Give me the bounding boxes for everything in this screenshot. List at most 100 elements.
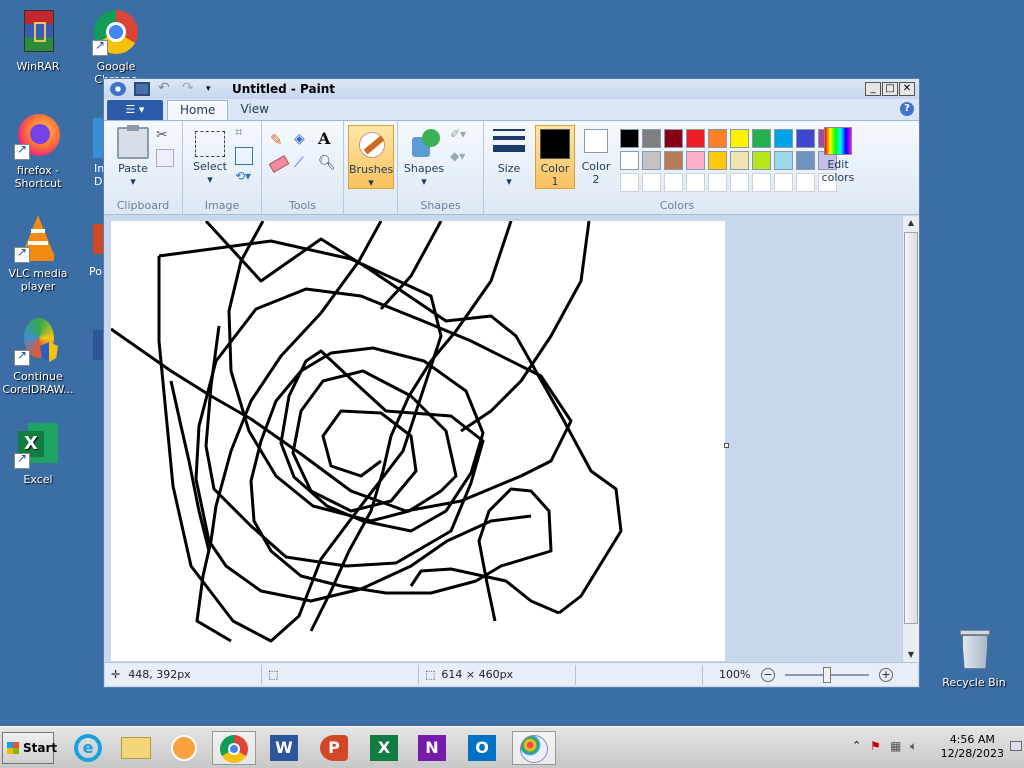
magnifier-icon[interactable]: 🔍︎ — [318, 155, 336, 173]
palette-swatch[interactable] — [774, 151, 793, 170]
close-button[interactable]: ✕ — [899, 82, 915, 96]
cut-icon[interactable]: ✂ — [156, 127, 174, 145]
show-hidden-icons[interactable]: ⌃ — [852, 739, 861, 752]
palette-swatch[interactable] — [730, 151, 749, 170]
maximize-button[interactable]: □ — [882, 82, 898, 96]
customize-qa-icon[interactable]: ▾ — [206, 82, 222, 96]
desktop-icon-chrome[interactable]: Google Chrome — [78, 8, 154, 86]
palette-swatch[interactable] — [620, 151, 639, 170]
group-image: Select ▾ ⌗ ⟲▾ Image — [183, 121, 262, 214]
network-icon[interactable]: ▦ — [890, 739, 901, 753]
palette-swatch[interactable] — [796, 151, 815, 170]
palette-swatch[interactable] — [708, 151, 727, 170]
taskbar-outlook[interactable]: O — [460, 731, 504, 765]
custom-color-swatch[interactable] — [774, 173, 793, 192]
palette-swatch[interactable] — [686, 129, 705, 148]
minimize-button[interactable]: _ — [865, 82, 881, 96]
color-picker-icon[interactable]: ⟋ — [294, 155, 312, 173]
edit-colors-button[interactable]: Edit colors — [816, 127, 860, 184]
window-title: Untitled - Paint — [232, 82, 336, 96]
desktop-icon-firefox[interactable]: firefox - Shortcut — [0, 112, 76, 190]
desktop-icon-coreldraw[interactable]: Continue CorelDRAW... — [0, 318, 76, 396]
desktop-icon-recycle-bin[interactable]: Recycle Bin — [936, 624, 1012, 689]
fill-shape-icon[interactable]: ◆▾ — [450, 149, 468, 167]
palette-swatch[interactable] — [774, 129, 793, 148]
resize-icon[interactable] — [235, 147, 253, 165]
palette-swatch[interactable] — [686, 151, 705, 170]
crop-icon[interactable]: ⌗ — [235, 125, 253, 143]
palette-swatch[interactable] — [664, 151, 683, 170]
paste-button[interactable]: Paste ▾ — [112, 125, 154, 188]
custom-color-swatch[interactable] — [664, 173, 683, 192]
tab-view[interactable]: View — [228, 100, 280, 120]
taskbar-paint[interactable] — [512, 731, 556, 765]
palette-swatch[interactable] — [752, 129, 771, 148]
show-desktop-button[interactable] — [1010, 741, 1022, 751]
palette-swatch[interactable] — [642, 151, 661, 170]
palette-swatch[interactable] — [620, 129, 639, 148]
shapes-button[interactable]: Shapes ▾ — [402, 127, 446, 188]
drawing-canvas[interactable] — [111, 221, 725, 661]
color2-button[interactable]: Color 2 — [578, 127, 614, 186]
color1-button[interactable]: Color 1 — [535, 125, 575, 189]
taskbar-excel[interactable]: X — [362, 731, 406, 765]
outline-icon[interactable]: ✐▾ — [450, 127, 468, 145]
paint-menu-button[interactable]: ☰ ▾ — [107, 100, 163, 120]
taskbar-word[interactable]: W — [262, 731, 306, 765]
palette-swatch[interactable] — [642, 129, 661, 148]
desktop-icon-vlc[interactable]: VLC media player — [0, 215, 76, 293]
media-player-icon — [171, 735, 197, 761]
taskbar-ie[interactable]: e — [66, 731, 110, 765]
custom-color-swatch[interactable] — [796, 173, 815, 192]
taskbar-media-player[interactable] — [162, 731, 206, 765]
pencil-icon[interactable]: ✎ — [270, 131, 288, 149]
redo-icon[interactable]: ↷ — [182, 81, 198, 96]
start-button[interactable]: Start — [2, 732, 57, 764]
custom-color-swatch[interactable] — [752, 173, 771, 192]
custom-color-swatch[interactable] — [642, 173, 661, 192]
desktop-icon-winrar[interactable]: WinRAR — [0, 8, 76, 73]
custom-color-swatch[interactable] — [686, 173, 705, 192]
action-center-icon[interactable]: ⚑ — [870, 739, 881, 753]
fill-icon[interactable]: ◈ — [294, 131, 312, 149]
save-icon[interactable] — [134, 82, 150, 96]
palette-swatch[interactable] — [752, 151, 771, 170]
zoom-out-icon[interactable]: − — [761, 667, 775, 682]
desktop-icon-excel[interactable]: X Excel — [0, 421, 76, 486]
taskbar-explorer[interactable] — [114, 731, 158, 765]
scroll-thumb[interactable] — [904, 232, 918, 624]
eraser-icon[interactable] — [268, 155, 290, 173]
palette-swatch[interactable] — [664, 129, 683, 148]
help-icon[interactable]: ? — [900, 102, 914, 116]
taskbar-onenote[interactable]: N — [410, 731, 454, 765]
scribble-drawing — [111, 221, 623, 643]
scroll-up-arrow[interactable]: ▲ — [904, 216, 918, 230]
taskbar-powerpoint[interactable]: P — [312, 731, 356, 765]
canvas-resize-handle[interactable] — [724, 443, 729, 448]
rotate-icon[interactable]: ⟲▾ — [235, 169, 253, 187]
custom-color-swatch[interactable] — [708, 173, 727, 192]
copy-icon[interactable] — [156, 149, 174, 167]
vertical-scrollbar[interactable]: ▲ ▼ — [902, 216, 919, 662]
text-icon[interactable]: A — [318, 129, 336, 148]
group-size: Size ▾ — [484, 121, 534, 214]
scroll-down-arrow[interactable]: ▼ — [904, 648, 918, 662]
custom-color-swatch[interactable] — [620, 173, 639, 192]
paint-icon — [520, 735, 548, 763]
palette-swatch[interactable] — [730, 129, 749, 148]
palette-swatch[interactable] — [796, 129, 815, 148]
taskbar-chrome[interactable] — [212, 731, 256, 765]
zoom-in-icon[interactable]: + — [879, 667, 893, 682]
select-button[interactable]: Select ▾ — [189, 127, 231, 186]
custom-color-swatch[interactable] — [730, 173, 749, 192]
brushes-button[interactable]: Brushes ▾ — [348, 125, 394, 189]
zoom-slider[interactable] — [785, 666, 869, 683]
volume-icon[interactable]: 🔈︎ — [910, 739, 917, 754]
zoom-slider-thumb[interactable] — [823, 666, 831, 683]
paint-app-icon[interactable] — [110, 82, 126, 96]
palette-swatch[interactable] — [708, 129, 727, 148]
size-button[interactable]: Size ▾ — [490, 127, 528, 188]
tab-home[interactable]: Home — [167, 100, 229, 120]
undo-icon[interactable]: ↶ — [158, 81, 174, 96]
clock[interactable]: 4:56 AM 12/28/2023 — [941, 733, 1004, 761]
